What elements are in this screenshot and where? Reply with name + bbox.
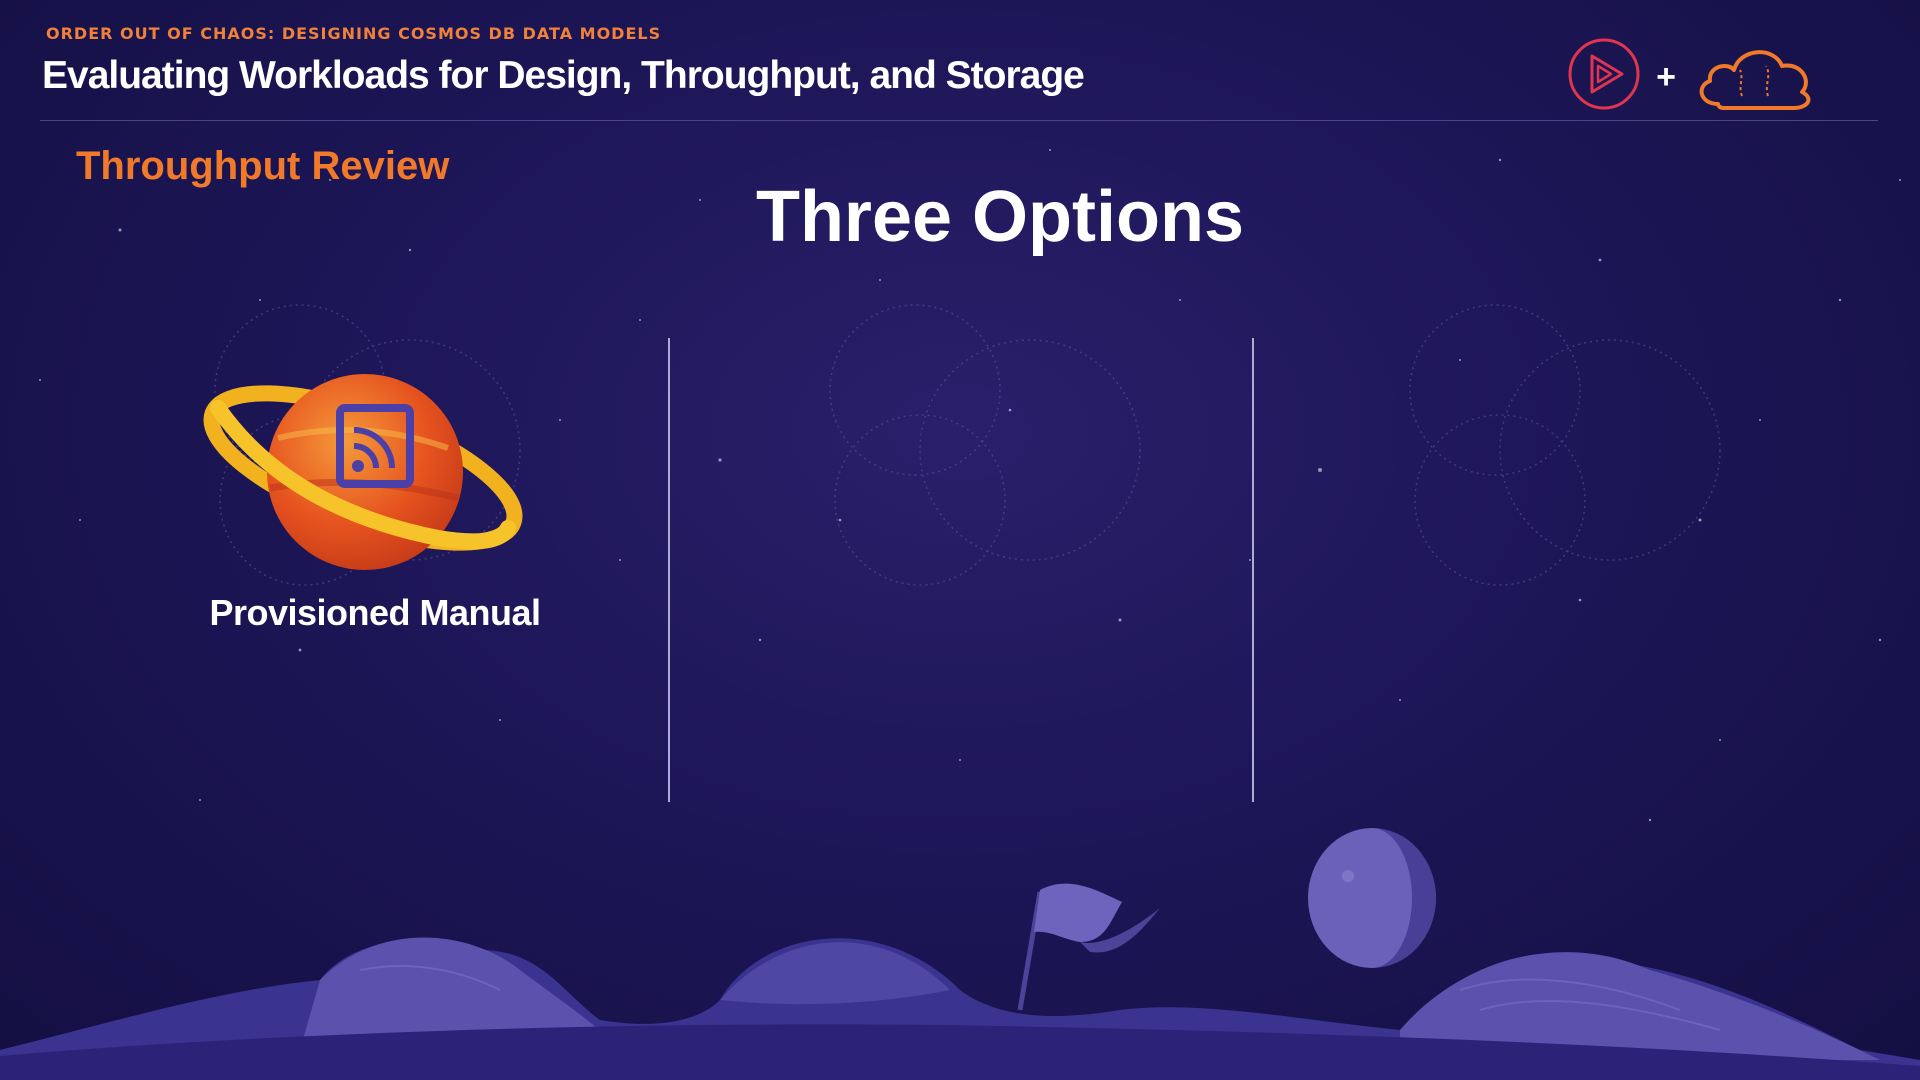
moon-landscape-illustration: [0, 937, 1920, 1080]
logo-plus-sign: +: [1656, 58, 1676, 96]
course-title: ORDER OUT OF CHAOS: DESIGNING COSMOS DB …: [46, 24, 662, 43]
rss-planet-icon: [203, 374, 523, 570]
slide-title: Three Options: [0, 176, 1920, 258]
pluralsight-logo-icon: [1568, 38, 1640, 110]
decorative-circles-right: [1409, 304, 1721, 586]
column-divider-right: [1252, 338, 1254, 802]
cloud-logo-icon: [1699, 50, 1811, 110]
header-divider: [40, 120, 1878, 121]
module-title: Evaluating Workloads for Design, Through…: [42, 54, 1085, 97]
column-divider-left: [668, 338, 670, 802]
decorative-circles-middle: [829, 304, 1141, 586]
header-logos: +: [1568, 38, 1811, 110]
slide-title-text: Three Options: [755, 177, 1245, 257]
option-label-provisioned-manual: Provisioned Manual: [209, 592, 541, 633]
